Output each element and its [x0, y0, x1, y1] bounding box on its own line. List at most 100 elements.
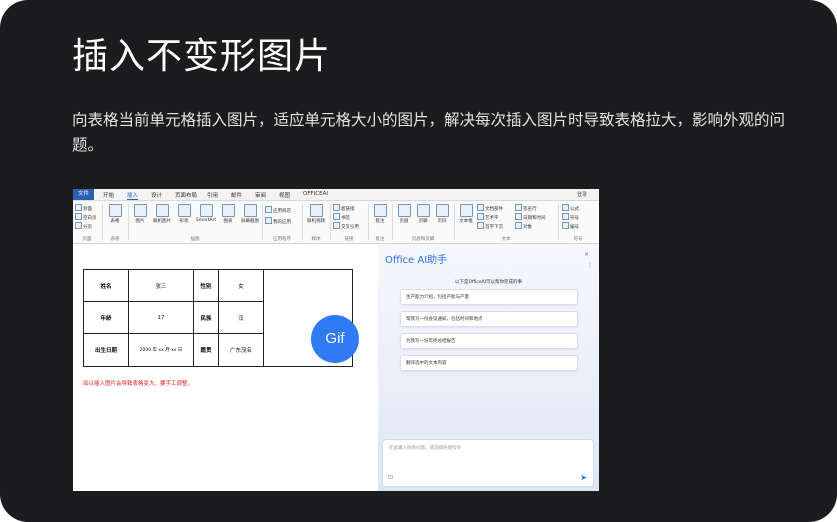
- object-button[interactable]: 对象: [515, 222, 532, 230]
- table-cell[interactable]: 17: [128, 301, 194, 334]
- app-store-button[interactable]: 应用商店: [265, 206, 291, 214]
- tab-references[interactable]: 引用: [207, 191, 218, 199]
- picture-button[interactable]: 图片: [129, 204, 151, 224]
- feature-title: 插入不变形图片: [72, 36, 332, 77]
- tab-officeai[interactable]: OFFICEAI: [303, 191, 328, 197]
- word-screenshot: 文件 开始 插入 设计 页面布局 引用 邮件 审阅 视图 OFFICEAI 登录…: [73, 189, 599, 491]
- ribbon-group-media: 联机视频 媒体: [303, 201, 329, 243]
- my-apps-button[interactable]: 我的应用: [265, 217, 291, 225]
- equation-icon: [562, 204, 569, 211]
- online-picture-button[interactable]: 联机图片: [151, 204, 173, 224]
- page-break-button[interactable]: 分页: [75, 222, 92, 230]
- ribbon-group-label: 应用程序: [273, 237, 291, 242]
- cover-page-button[interactable]: 封面: [75, 204, 92, 212]
- comment-button[interactable]: 批注: [369, 204, 391, 224]
- screenshot-icon: [243, 204, 257, 217]
- table-cell[interactable]: 张三: [128, 269, 194, 302]
- table-cell[interactable]: 女: [218, 269, 264, 302]
- wordart-button[interactable]: 艺术字: [477, 213, 499, 221]
- chart-icon: [221, 204, 235, 217]
- signature-line-button[interactable]: 签名行: [515, 204, 537, 212]
- ribbon-group-symbols: 公式 符号 编号 符号: [559, 201, 597, 243]
- ribbon-group-label: 批注: [375, 237, 385, 242]
- tab-home[interactable]: 开始: [103, 191, 114, 199]
- gif-badge[interactable]: Gif: [311, 315, 359, 363]
- link-icon: [333, 204, 340, 211]
- ribbon-group-apps: 应用商店 我的应用 应用程序: [263, 201, 301, 243]
- more-menu-icon[interactable]: ⋮: [587, 262, 593, 269]
- close-icon[interactable]: ×: [584, 251, 589, 258]
- table-icon: [108, 204, 122, 217]
- calendar-icon: [515, 213, 522, 220]
- blank-page-button[interactable]: 空白页: [75, 213, 97, 221]
- tab-insert[interactable]: 插入: [127, 191, 139, 200]
- table-button[interactable]: 表格: [104, 204, 126, 224]
- ai-hint: 以下是OfficeAI可以帮你完成的事: [454, 280, 523, 285]
- tab-file[interactable]: 文件: [73, 189, 95, 200]
- suggestion-item[interactable]: 帮我写一份会议通知，包括时间和地点: [400, 311, 578, 327]
- comment-icon: [373, 204, 387, 217]
- attachment-icon[interactable]: ⊡: [388, 474, 393, 481]
- suggestion-item[interactable]: 翻译选中的文本内容: [400, 355, 578, 371]
- ribbon-group-tables: 表格 表格: [103, 201, 127, 243]
- feature-card: 插入不变形图片 向表格当前单元格插入图片，适应单元格大小的图片，解决每次插入图片…: [0, 0, 837, 522]
- tab-mailings[interactable]: 邮件: [231, 191, 242, 199]
- symbol-button[interactable]: 符号: [562, 213, 579, 221]
- page-number-button[interactable]: 页码: [431, 204, 453, 224]
- info-table[interactable]: 姓名 张三 性别 女 年龄 17 民族 汉 出生日期 2000 年 xx 月 x…: [83, 269, 353, 367]
- table-cell[interactable]: 性别: [193, 269, 219, 302]
- ribbon-group-label: 链接: [344, 237, 354, 242]
- online-video-button[interactable]: 联机视频: [305, 204, 327, 224]
- account-login[interactable]: 登录: [577, 191, 587, 198]
- ribbon-group-label: 媒体: [311, 237, 321, 242]
- ribbon-group-header-footer: 页眉 页脚 页码 页眉和页脚: [393, 201, 453, 243]
- table-cell[interactable]: 广东茂名: [218, 333, 264, 367]
- table-cell[interactable]: 籍贯: [193, 333, 219, 367]
- cross-reference-icon: [333, 222, 340, 229]
- page-number-icon: [435, 204, 449, 217]
- table-cell[interactable]: 年龄: [83, 301, 129, 334]
- blank-page-icon: [75, 213, 82, 220]
- table-cell[interactable]: 姓名: [83, 269, 129, 302]
- table-cell[interactable]: 2000 年 xx 月 xx 日: [128, 333, 194, 367]
- cross-reference-button[interactable]: 交叉引用: [333, 222, 359, 230]
- shapes-button[interactable]: 形状: [173, 204, 195, 224]
- document-note: 如以插入图片会导致表格变大，要手工调整。: [83, 381, 194, 387]
- table-cell[interactable]: 民族: [193, 301, 219, 334]
- quick-parts-button[interactable]: 文档部件: [477, 204, 503, 212]
- ai-chat-input[interactable]: 在此输入你的问题，或选择快捷指令 ⊡ ➤: [382, 439, 594, 487]
- suggestion-item[interactable]: 生产能力介绍，包括产能与产量: [400, 289, 578, 305]
- chart-button[interactable]: 图表: [217, 204, 239, 224]
- cover-page-icon: [75, 204, 82, 211]
- ai-panel-title: Office AI助手: [385, 255, 448, 266]
- tab-view[interactable]: 视图: [279, 191, 290, 199]
- date-time-button[interactable]: 日期和时间: [515, 213, 546, 221]
- smartart-button[interactable]: SmartArt: [195, 204, 217, 223]
- online-picture-icon: [155, 204, 169, 217]
- bookmark-button[interactable]: 书签: [333, 213, 350, 221]
- ribbon: 封面 空白页 分页 页面 表格 表格 图片 联机图片 形状 SmartArt 图…: [73, 201, 599, 244]
- textbox-icon: [459, 204, 473, 217]
- textbox-button[interactable]: 文本框: [455, 204, 477, 224]
- numbering-button[interactable]: 编号: [562, 222, 579, 230]
- hyperlink-button[interactable]: 超链接: [333, 204, 355, 212]
- table-cell[interactable]: 汉: [218, 301, 264, 334]
- signature-icon: [515, 204, 522, 211]
- table-cell[interactable]: 出生日期: [83, 333, 129, 367]
- ribbon-tab-bar: 文件 开始 插入 设计 页面布局 引用 邮件 审阅 视图 OFFICEAI 登录: [73, 189, 599, 201]
- tab-review[interactable]: 审阅: [255, 191, 266, 199]
- drop-cap-button[interactable]: 首字下沉: [477, 222, 503, 230]
- tab-design[interactable]: 设计: [151, 191, 162, 199]
- screenshot-button[interactable]: 屏幕截图: [239, 204, 261, 224]
- ribbon-group-illustrations: 图片 联机图片 形状 SmartArt 图表 屏幕截图 插图: [129, 201, 261, 243]
- ribbon-group-label: 文本: [501, 237, 511, 242]
- ribbon-group-pages: 封面 空白页 分页 页面: [73, 201, 101, 243]
- footer-icon: [416, 204, 430, 217]
- ribbon-group-text: 文本框 文档部件 艺术字 首字下沉 签名行 日期和时间 对象 文本: [455, 201, 557, 243]
- ribbon-group-label: 页眉和页脚: [411, 237, 435, 242]
- suggestion-item[interactable]: 为我写一份年终总结报告: [400, 333, 578, 349]
- equation-button[interactable]: 公式: [562, 204, 579, 212]
- tab-layout[interactable]: 页面布局: [175, 191, 197, 199]
- send-icon[interactable]: ➤: [580, 473, 587, 482]
- page-break-icon: [75, 222, 82, 229]
